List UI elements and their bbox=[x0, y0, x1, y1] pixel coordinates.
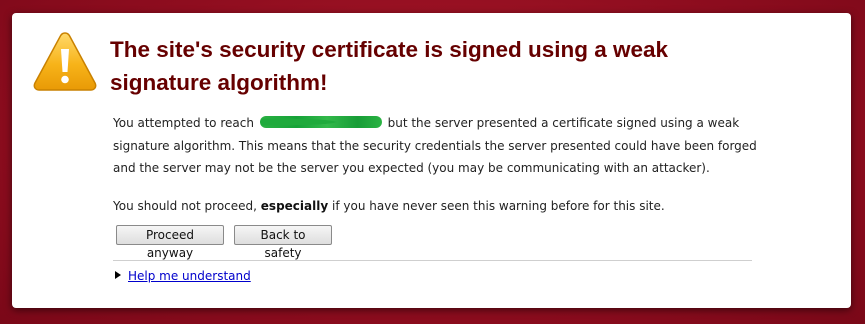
proceed-anyway-button[interactable]: Proceed anyway bbox=[116, 225, 224, 260]
help-me-understand-link[interactable]: Help me understand bbox=[128, 269, 251, 283]
warning-triangle-icon bbox=[33, 32, 97, 91]
advice-text-end: if you have never seen this warning befo… bbox=[332, 199, 665, 213]
triangle-right-icon[interactable] bbox=[115, 271, 121, 279]
warning-panel: The site's security certificate is signe… bbox=[12, 13, 851, 308]
advice-emphasis: especially bbox=[260, 199, 329, 213]
redacted-hostname bbox=[259, 116, 382, 128]
back-to-safety-button[interactable]: Back to safety bbox=[234, 225, 332, 260]
advice-text-start: You should not proceed, bbox=[113, 199, 257, 213]
advice-paragraph: You should not proceed, especially if yo… bbox=[113, 199, 763, 213]
explanation-paragraph: You attempted to reach but the server pr… bbox=[113, 112, 763, 180]
explanation-text-start: You attempted to reach bbox=[113, 116, 254, 130]
page-title: The site's security certificate is signe… bbox=[110, 37, 669, 95]
divider bbox=[113, 260, 752, 261]
